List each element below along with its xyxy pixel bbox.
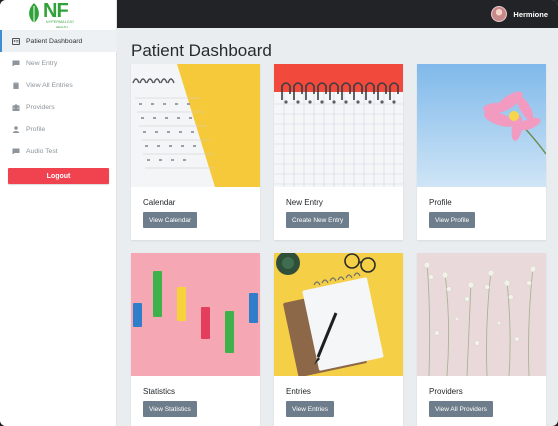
logo-subtitle: NYPERMALGIO bbox=[46, 20, 74, 24]
sidebar-item-label: New Entry bbox=[26, 59, 58, 67]
card-providers: Providers View All Providers bbox=[417, 253, 546, 426]
hospital-icon bbox=[12, 103, 20, 111]
sidebar-item-view-all-entries[interactable]: View All Entries bbox=[0, 74, 117, 96]
card-title: New Entry bbox=[286, 198, 323, 207]
plants-image bbox=[417, 253, 546, 376]
card-new-entry: New Entry Create New Entry bbox=[274, 64, 403, 240]
view-statistics-button[interactable]: View Statistics bbox=[143, 401, 197, 417]
card-title: Providers bbox=[429, 387, 463, 396]
id-card-icon bbox=[12, 37, 20, 45]
card-entries: Entries View Entries bbox=[274, 253, 403, 426]
flower-image bbox=[417, 64, 546, 187]
sidebar-item-label: Providers bbox=[26, 103, 55, 111]
view-all-providers-button[interactable]: View All Providers bbox=[429, 401, 493, 417]
card-profile: Profile View Profile bbox=[417, 64, 546, 240]
sidebar-item-profile[interactable]: Profile bbox=[0, 118, 117, 140]
notebook-image bbox=[274, 64, 403, 187]
avatar[interactable] bbox=[491, 6, 508, 22]
sidebar-nav: Patient Dashboard New Entry View All Ent… bbox=[0, 30, 117, 162]
logo[interactable]: NF NYPERMALGIO HEALTH bbox=[26, 0, 98, 29]
main-content: Patient Dashboard Calendar View Calendar… bbox=[117, 28, 558, 426]
clipboard-icon bbox=[12, 81, 20, 89]
view-entries-button[interactable]: View Entries bbox=[286, 401, 335, 417]
page-title: Patient Dashboard bbox=[131, 41, 272, 60]
user-name: Hermione bbox=[513, 9, 548, 19]
statistics-image bbox=[131, 253, 260, 376]
sidebar-item-label: View All Entries bbox=[26, 81, 73, 89]
user-icon bbox=[12, 125, 20, 133]
logout-button[interactable]: Logout bbox=[8, 168, 109, 184]
sidebar-item-patient-dashboard[interactable]: Patient Dashboard bbox=[0, 30, 117, 52]
top-bar: Hermione bbox=[117, 0, 558, 28]
sidebar-item-label: Patient Dashboard bbox=[26, 37, 83, 45]
journal-image bbox=[274, 253, 403, 376]
sidebar-item-providers[interactable]: Providers bbox=[0, 96, 117, 118]
leaf-icon bbox=[29, 3, 39, 23]
sidebar-item-label: Audio Test bbox=[26, 147, 58, 155]
card-calendar: Calendar View Calendar bbox=[131, 64, 260, 240]
comment-icon bbox=[12, 60, 20, 67]
card-title: Entries bbox=[286, 387, 311, 396]
view-profile-button[interactable]: View Profile bbox=[429, 212, 476, 228]
sidebar-item-label: Profile bbox=[26, 125, 46, 133]
view-calendar-button[interactable]: View Calendar bbox=[143, 212, 198, 228]
logo-subtitle-2: HEALTH bbox=[56, 25, 68, 29]
sidebar-item-audio-test[interactable]: Audio Test bbox=[0, 140, 117, 162]
user-menu[interactable]: Hermione bbox=[491, 5, 548, 23]
card-title: Statistics bbox=[143, 387, 176, 396]
sidebar-item-new-entry[interactable]: New Entry bbox=[0, 52, 117, 74]
calendar-image bbox=[131, 64, 260, 187]
comment-icon bbox=[12, 148, 20, 155]
app-window: NF NYPERMALGIO HEALTH Patient Dashboard … bbox=[0, 0, 558, 426]
create-new-entry-button[interactable]: Create New Entry bbox=[286, 212, 350, 228]
card-title: Calendar bbox=[143, 198, 176, 207]
sidebar: NF NYPERMALGIO HEALTH Patient Dashboard … bbox=[0, 0, 117, 426]
card-title: Profile bbox=[429, 198, 452, 207]
card-statistics: Statistics View Statistics bbox=[131, 253, 260, 426]
